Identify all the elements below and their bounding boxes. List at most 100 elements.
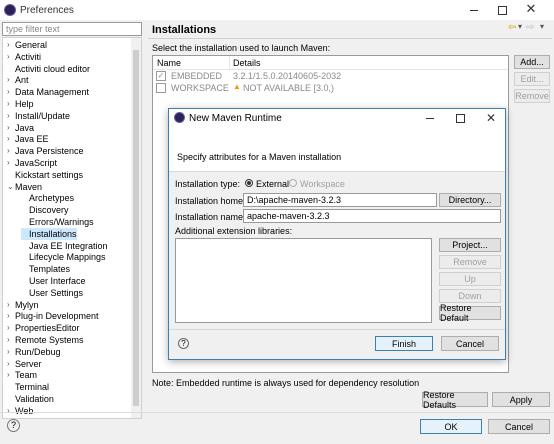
filter-input[interactable]: type filter text (2, 22, 142, 36)
up-button[interactable]: Up (439, 272, 501, 286)
tree-item-label: User Settings (29, 287, 84, 298)
tree-item[interactable]: Archetypes (21, 192, 74, 204)
workspace-radio[interactable] (289, 179, 297, 187)
tree-item[interactable]: › Data Management (7, 86, 89, 98)
remove-library-button[interactable]: Remove (439, 255, 501, 269)
chevron-right-icon[interactable]: › (7, 145, 15, 157)
chevron-down-icon[interactable]: ⌄ (7, 181, 15, 193)
chevron-right-icon[interactable]: › (7, 369, 15, 381)
help-icon[interactable]: ? (7, 419, 20, 432)
cancel-button[interactable]: Cancel (488, 419, 550, 434)
chevron-right-icon[interactable]: › (7, 110, 15, 122)
tree-item[interactable]: Java EE Integration (21, 240, 108, 252)
apply-button[interactable]: Apply (492, 392, 550, 407)
tree-item-label: Installations (29, 228, 77, 239)
tree-item[interactable]: › Help (7, 98, 34, 110)
menu-chevron-icon[interactable]: ▾ (540, 22, 544, 31)
tree-item[interactable]: › Web (7, 405, 33, 417)
maximize-button[interactable] (494, 3, 510, 17)
edit-button[interactable]: Edit... (514, 72, 550, 86)
chevron-right-icon[interactable]: › (7, 310, 15, 322)
minimize-button[interactable] (466, 3, 482, 17)
tree-item[interactable]: Discovery (21, 204, 69, 216)
close-button[interactable]: ✕ (520, 1, 542, 17)
chevron-right-icon[interactable]: › (7, 334, 15, 346)
tree-item[interactable]: Terminal (7, 381, 49, 393)
tree-item[interactable]: › Activiti (7, 51, 41, 63)
dialog-body: Installation type: External Workspace In… (169, 172, 505, 326)
ok-button[interactable]: OK (420, 419, 482, 434)
directory-button[interactable]: Directory... (439, 193, 501, 207)
tree-item-label: Java (15, 122, 35, 133)
dialog-cancel-button[interactable]: Cancel (441, 336, 499, 351)
tree-item[interactable]: Templates (21, 263, 70, 275)
dialog-close-button[interactable]: ✕ (483, 110, 499, 126)
tree-item[interactable]: Installations (21, 227, 77, 240)
tree-item[interactable]: › Mylyn (7, 299, 39, 311)
dialog-help-icon[interactable]: ? (178, 338, 189, 349)
chevron-right-icon[interactable]: › (7, 133, 15, 145)
checkbox[interactable] (156, 83, 166, 93)
table-row[interactable]: ✓ EMBEDDED 3.2.1/1.5.0.20140605-2032 (153, 70, 508, 82)
tree-item[interactable]: › Remote Systems (7, 334, 84, 346)
install-name-input[interactable]: apache-maven-3.2.3 (243, 209, 501, 223)
add-button[interactable]: Add... (514, 55, 550, 69)
dialog-maximize-button[interactable] (453, 111, 467, 125)
tree-item[interactable]: Errors/Warnings (21, 216, 94, 228)
tree-item[interactable]: › JavaScript (7, 157, 57, 169)
chevron-right-icon[interactable]: › (7, 122, 15, 134)
restore-default-button[interactable]: Restore Default (439, 303, 501, 323)
tree-item[interactable]: Kickstart settings (7, 169, 83, 181)
ext-libraries-list[interactable] (175, 238, 432, 323)
tree-item[interactable]: › Run/Debug (7, 346, 61, 358)
tree-item[interactable]: User Interface (21, 275, 86, 287)
chevron-right-icon[interactable]: › (7, 98, 15, 110)
tree-item[interactable]: › Install/Update (7, 110, 70, 122)
tree-scroll-thumb[interactable] (133, 50, 139, 406)
install-type-label: Installation type: (175, 179, 241, 189)
row-details: 3.2.1/1.5.0.20140605-2032 (233, 71, 342, 81)
chevron-right-icon[interactable]: › (7, 346, 15, 358)
column-header-name[interactable]: Name (157, 58, 181, 68)
chevron-right-icon[interactable]: › (7, 51, 15, 63)
project-button[interactable]: Project... (439, 238, 501, 252)
install-home-input[interactable]: D:\apache-maven-3.2.3 (243, 193, 437, 207)
tree-item[interactable]: ⌄ Maven (7, 181, 42, 193)
tree-item[interactable]: › Java Persistence (7, 145, 84, 157)
remove-button[interactable]: Remove (514, 89, 550, 103)
tree-item[interactable]: Activiti cloud editor (7, 63, 90, 75)
chevron-right-icon[interactable]: › (7, 405, 15, 417)
checkbox[interactable]: ✓ (156, 71, 166, 81)
tree-item[interactable]: › Team (7, 369, 37, 381)
tree-item[interactable]: Lifecycle Mappings (21, 251, 106, 263)
forward-icon[interactable]: ⇨ (526, 22, 534, 33)
tree-scrollbar[interactable] (131, 38, 141, 418)
restore-defaults-button[interactable]: Restore Defaults (422, 390, 488, 410)
tree-item[interactable]: › Ant (7, 74, 29, 86)
chevron-right-icon[interactable]: › (7, 322, 15, 334)
column-header-details[interactable]: Details (233, 58, 261, 68)
chevron-right-icon[interactable]: › (7, 74, 15, 86)
chevron-right-icon[interactable]: › (7, 86, 15, 98)
window-title: Preferences (20, 5, 74, 16)
chevron-right-icon[interactable]: › (7, 157, 15, 169)
back-icon[interactable]: ⇦ (508, 22, 516, 33)
tree-item[interactable]: › Java EE (7, 133, 49, 145)
preference-tree[interactable]: › General › Activiti Activiti cloud editor › A… (2, 37, 142, 419)
chevron-right-icon[interactable]: › (7, 39, 15, 51)
external-radio[interactable] (245, 179, 253, 187)
tree-item[interactable]: Validation (7, 393, 54, 405)
chevron-down-icon[interactable]: ▾ (518, 22, 522, 31)
tree-item[interactable]: › Server (7, 358, 42, 370)
tree-item[interactable]: › Plug-in Development (7, 310, 99, 322)
chevron-right-icon[interactable]: › (7, 358, 15, 370)
tree-item[interactable]: › PropertiesEditor (7, 322, 80, 334)
tree-item[interactable]: › General (7, 39, 47, 51)
chevron-right-icon[interactable]: › (7, 299, 15, 311)
tree-item[interactable]: User Settings (21, 287, 83, 299)
down-button[interactable]: Down (439, 289, 501, 303)
table-row[interactable]: WORKSPACE ▲ NOT AVAILABLE [3.0,) (153, 82, 508, 94)
finish-button[interactable]: Finish (375, 336, 433, 351)
dialog-minimize-button[interactable] (423, 111, 437, 125)
tree-item[interactable]: › Java (7, 122, 34, 134)
